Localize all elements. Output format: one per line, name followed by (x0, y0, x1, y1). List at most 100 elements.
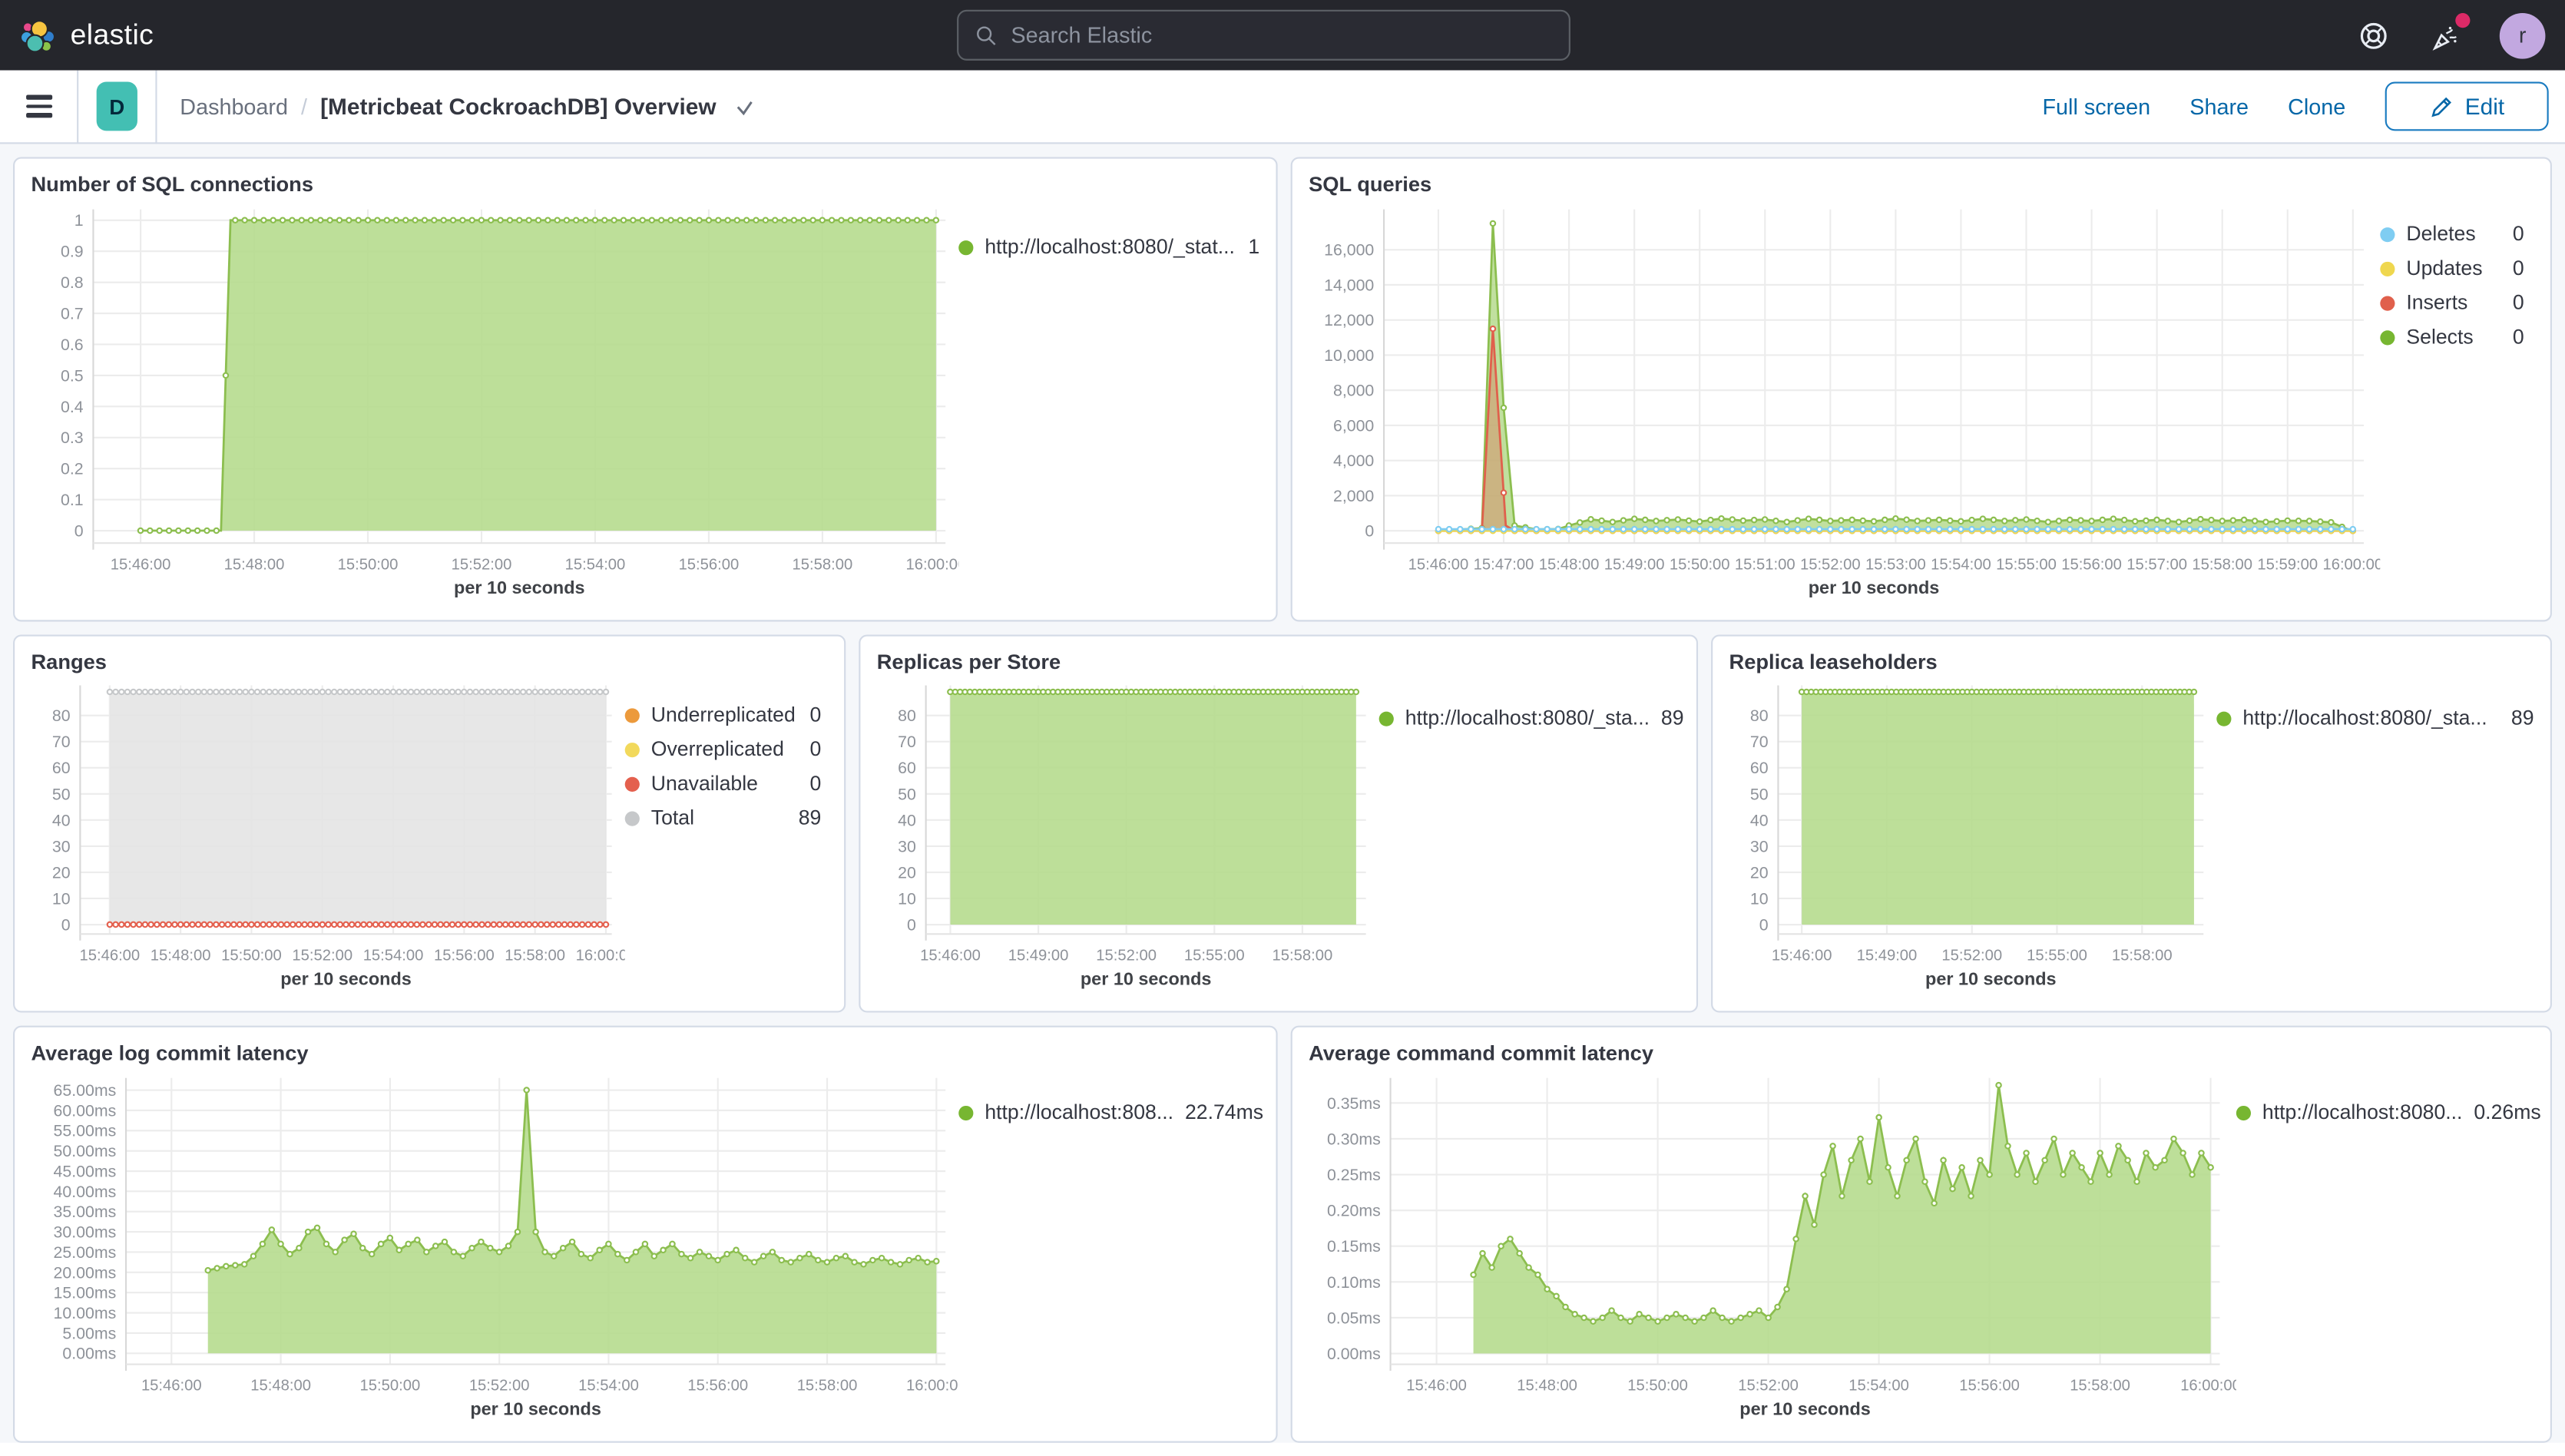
help-lifering-icon (2357, 18, 2390, 51)
legend-item[interactable]: Underreplicated0 (625, 703, 822, 726)
svg-text:8,000: 8,000 (1333, 382, 1374, 400)
chart-sql-connections: 00.10.20.30.40.50.60.70.80.9115:46:0015:… (31, 200, 958, 607)
elastic-brand[interactable]: elastic (0, 17, 376, 53)
svg-text:per 10 seconds: per 10 seconds (1809, 577, 1940, 597)
search-input[interactable] (1011, 23, 1552, 48)
legend-label: Inserts (2406, 291, 2467, 314)
edit-button-label: Edit (2465, 93, 2504, 119)
legend-item[interactable]: Selects0 (2380, 326, 2524, 349)
legend-value: 0 (809, 738, 821, 761)
legend-value: 0 (2513, 256, 2524, 280)
search-icon (975, 24, 998, 47)
svg-text:55.00ms: 55.00ms (54, 1122, 117, 1140)
legend-label: Updates (2406, 256, 2482, 280)
svg-text:0.35ms: 0.35ms (1327, 1094, 1381, 1113)
legend-item[interactable]: Updates 0 (2380, 256, 2524, 280)
full-screen-button[interactable]: Full screen (2042, 94, 2150, 118)
legend-value: 89 (799, 806, 822, 829)
svg-text:16:00:00: 16:00:00 (906, 556, 959, 573)
svg-text:15:46:00: 15:46:00 (1772, 947, 1832, 964)
legend-item[interactable]: Inserts0 (2380, 291, 2524, 314)
svg-text:6,000: 6,000 (1333, 416, 1374, 435)
clone-button[interactable]: Clone (2288, 94, 2345, 118)
svg-text:15:52:00: 15:52:00 (1738, 1378, 1799, 1395)
legend-dot-icon (2380, 295, 2395, 309)
legend-item[interactable]: Unavailable0 (625, 772, 822, 795)
share-button[interactable]: Share (2189, 94, 2249, 118)
user-avatar[interactable]: r (2500, 12, 2546, 58)
svg-text:per 10 seconds: per 10 seconds (1925, 968, 2057, 988)
breadcrumb: Dashboard / [Metricbeat CockroachDB] Ove… (157, 93, 755, 119)
svg-text:14,000: 14,000 (1324, 276, 1374, 294)
svg-text:30: 30 (52, 837, 71, 855)
legend-item[interactable]: Total 89 (625, 806, 822, 829)
svg-text:15:58:00: 15:58:00 (797, 1378, 858, 1395)
breadcrumb-dashboard-link[interactable]: Dashboard (180, 94, 288, 118)
svg-text:0.25ms: 0.25ms (1327, 1166, 1381, 1184)
title-caret-icon[interactable] (733, 95, 756, 118)
legend-label: Underreplicated (651, 703, 796, 726)
svg-text:15:52:00: 15:52:00 (452, 556, 512, 573)
svg-text:12,000: 12,000 (1324, 311, 1374, 329)
legend-value: 89 (1661, 706, 1684, 730)
panel-sql-connections: Number of SQL connections 00.10.20.30.40… (13, 157, 1278, 621)
svg-text:16:00:00: 16:00:00 (906, 1378, 958, 1395)
legend-item[interactable]: http://localhost:808...22.74ms (958, 1101, 1263, 1124)
svg-text:16:00:00: 16:00:00 (576, 947, 625, 964)
legend-item[interactable]: http://localhost:8080/_stat...1 (958, 236, 1259, 259)
legend-ranges: Underreplicated0 Overreplicated 0 Unavailab… (625, 677, 828, 998)
legend-dot-icon (1379, 711, 1394, 726)
svg-text:0.00ms: 0.00ms (62, 1345, 116, 1363)
breadcrumb-separator: / (301, 94, 307, 118)
legend-item[interactable]: http://localhost:8080/_sta...89 (1379, 706, 1684, 730)
svg-text:0.8: 0.8 (61, 273, 84, 292)
svg-text:40: 40 (898, 811, 916, 829)
svg-text:80: 80 (1750, 706, 1769, 725)
help-button[interactable] (2355, 17, 2391, 53)
legend-label: Overreplicated (651, 738, 784, 761)
svg-text:10.00ms: 10.00ms (54, 1304, 117, 1322)
svg-text:80: 80 (52, 706, 71, 725)
svg-text:10: 10 (898, 889, 916, 908)
svg-text:15:46:00: 15:46:00 (141, 1378, 202, 1395)
panel-title: Replica leaseholders (1729, 650, 2534, 674)
svg-text:16:00:00: 16:00:00 (2322, 556, 2380, 573)
svg-text:15:52:00: 15:52:00 (292, 947, 352, 964)
svg-text:15:56:00: 15:56:00 (679, 556, 740, 573)
legend-item[interactable]: http://localhost:8080/_sta...89 (2216, 706, 2534, 730)
svg-text:15:52:00: 15:52:00 (469, 1378, 530, 1395)
svg-text:0.9: 0.9 (61, 243, 84, 261)
svg-text:15:54:00: 15:54:00 (578, 1378, 639, 1395)
legend-label: Total (651, 806, 694, 829)
svg-text:per 10 seconds: per 10 seconds (454, 577, 585, 597)
legend-item[interactable]: Overreplicated 0 (625, 738, 822, 761)
svg-text:40: 40 (1750, 811, 1769, 829)
brand-text: elastic (71, 18, 154, 52)
svg-text:10,000: 10,000 (1324, 346, 1374, 365)
menu-button[interactable] (0, 70, 78, 144)
svg-text:15:50:00: 15:50:00 (338, 556, 399, 573)
svg-text:35.00ms: 35.00ms (54, 1203, 117, 1221)
svg-text:16,000: 16,000 (1324, 241, 1374, 260)
legend-dot-icon (625, 742, 640, 756)
svg-text:15:59:00: 15:59:00 (2257, 556, 2318, 573)
svg-text:65.00ms: 65.00ms (54, 1081, 117, 1100)
newsfeed-button[interactable] (2428, 17, 2464, 53)
svg-text:0.00ms: 0.00ms (1327, 1345, 1381, 1363)
svg-text:15.00ms: 15.00ms (54, 1284, 117, 1302)
global-search[interactable] (957, 10, 1570, 61)
legend-item[interactable]: http://localhost:8080...0.26ms (2236, 1101, 2541, 1124)
svg-text:2,000: 2,000 (1333, 487, 1374, 505)
svg-text:0: 0 (1365, 522, 1374, 541)
legend-item[interactable]: Deletes0 (2380, 223, 2524, 246)
svg-text:60: 60 (898, 759, 916, 777)
svg-text:15:48:00: 15:48:00 (1517, 1378, 1577, 1395)
svg-text:15:58:00: 15:58:00 (505, 947, 565, 964)
svg-text:70: 70 (898, 733, 916, 751)
page-title: [Metricbeat CockroachDB] Overview (320, 93, 716, 119)
legend-dot-icon (2380, 261, 2395, 276)
edit-button[interactable]: Edit (2385, 82, 2548, 131)
svg-text:30: 30 (1750, 837, 1769, 855)
svg-text:15:56:00: 15:56:00 (687, 1378, 748, 1395)
svg-text:per 10 seconds: per 10 seconds (1081, 968, 1212, 988)
